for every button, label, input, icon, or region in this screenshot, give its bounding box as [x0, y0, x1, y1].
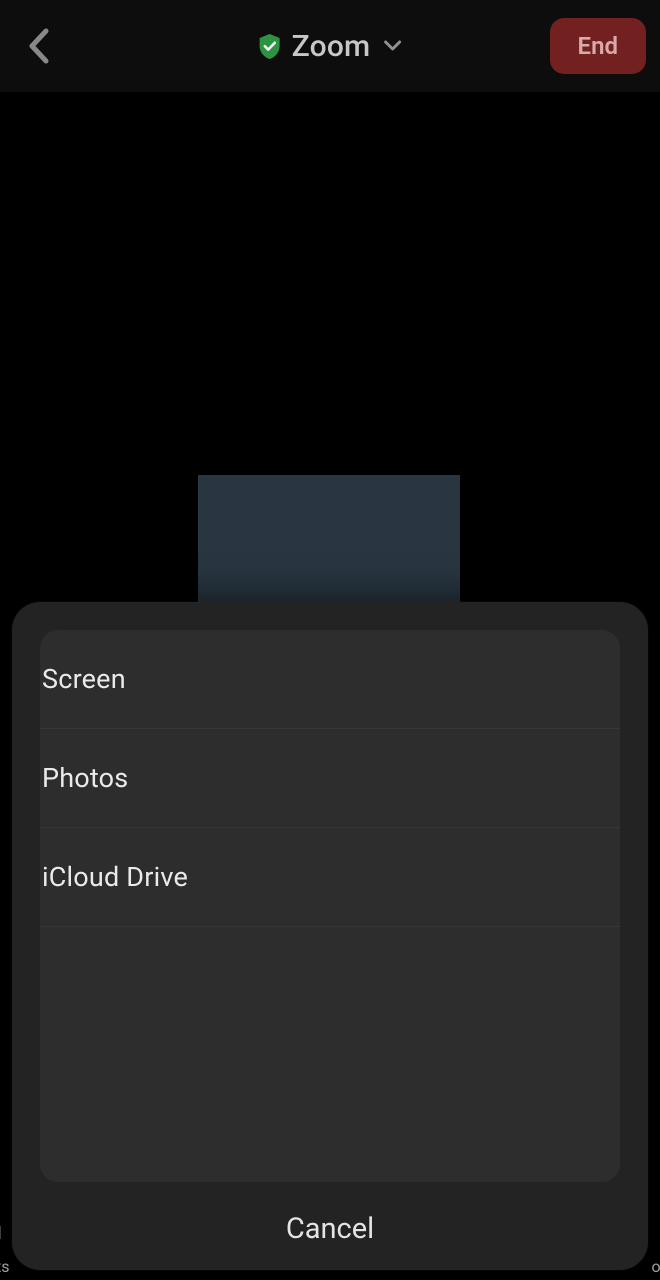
option-label: Screen	[42, 663, 126, 695]
share-option-photos[interactable]: Photos	[40, 729, 620, 828]
option-label: Photos	[42, 762, 128, 794]
share-source-action-sheet: Screen Photos iCloud Drive Dropbox Micro…	[12, 602, 648, 1270]
clip-mask	[40, 1125, 620, 1182]
option-label: iCloud Drive	[42, 861, 188, 893]
share-option-icloud-drive[interactable]: iCloud Drive	[40, 828, 620, 927]
share-option-sharepoint[interactable]: Microsoft SharePoint	[40, 1125, 620, 1182]
cancel-button[interactable]: Cancel	[12, 1182, 648, 1270]
share-option-screen[interactable]: Screen	[40, 630, 620, 729]
action-sheet-list: Screen Photos iCloud Drive Dropbox Micro…	[40, 630, 620, 1182]
